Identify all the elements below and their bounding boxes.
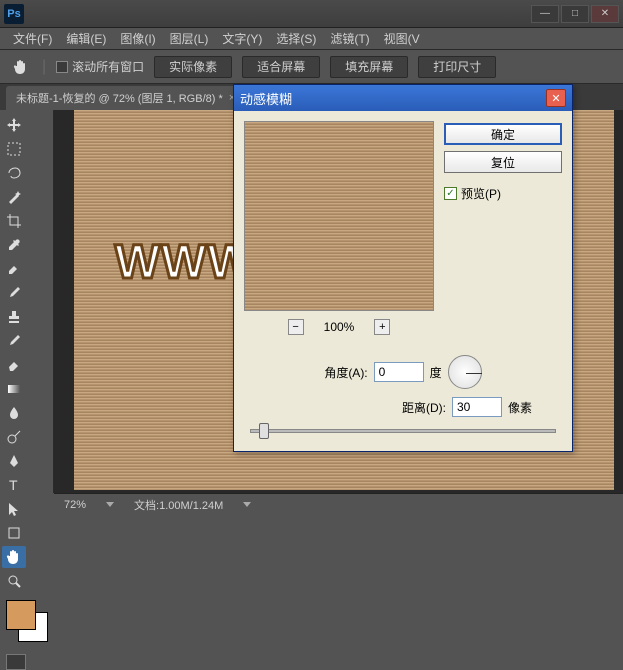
actual-pixels-button[interactable]: 实际像素 <box>154 56 232 78</box>
scroll-all-windows-checkbox[interactable]: 滚动所有窗口 <box>56 58 144 75</box>
options-bar: | 滚动所有窗口 实际像素 适合屏幕 填充屏幕 打印尺寸 <box>0 50 623 84</box>
menu-filter[interactable]: 滤镜(T) <box>323 30 376 47</box>
distance-input[interactable] <box>452 397 502 417</box>
angle-dial[interactable] <box>448 355 482 389</box>
dodge-tool[interactable] <box>2 426 26 448</box>
distance-row: 距离(D): 像素 <box>244 397 562 417</box>
close-button[interactable]: ✕ <box>591 5 619 23</box>
zoom-in-button[interactable]: + <box>374 319 390 335</box>
menu-layer[interactable]: 图层(L) <box>163 30 216 47</box>
document-tab[interactable]: 未标题-1-恢复的 @ 72% (图层 1, RGB/8) * × <box>6 86 245 110</box>
preview-checkbox[interactable]: ✓ 预览(P) <box>444 185 562 202</box>
status-doc-size: 文档:1.00M/1.24M <box>134 497 223 513</box>
gradient-tool[interactable] <box>2 378 26 400</box>
toolbox: T <box>0 110 54 493</box>
minimize-button[interactable]: — <box>531 5 559 23</box>
preview-label: 预览(P) <box>461 185 501 202</box>
distance-unit: 像素 <box>508 399 532 416</box>
menu-edit[interactable]: 编辑(E) <box>59 30 113 47</box>
foreground-color-swatch[interactable] <box>6 600 36 630</box>
menu-select[interactable]: 选择(S) <box>269 30 323 47</box>
motion-blur-dialog: 动感模糊 ✕ − 100% + 确定 复位 ✓ 预览(P) <box>233 84 573 452</box>
fill-screen-button[interactable]: 填充屏幕 <box>330 56 408 78</box>
eraser-tool[interactable] <box>2 354 26 376</box>
menu-view[interactable]: 视图(V <box>377 30 427 47</box>
dialog-body: − 100% + 确定 复位 ✓ 预览(P) 角度(A): 度 距离(D): <box>234 111 572 451</box>
blur-tool[interactable] <box>2 402 26 424</box>
status-zoom[interactable]: 72% <box>64 499 86 511</box>
path-select-tool[interactable] <box>2 498 26 520</box>
zoom-out-button[interactable]: − <box>288 319 304 335</box>
marquee-tool[interactable] <box>2 138 26 160</box>
lasso-tool[interactable] <box>2 162 26 184</box>
zoom-tool[interactable] <box>2 570 26 592</box>
move-tool[interactable] <box>2 114 26 136</box>
color-swatches[interactable] <box>4 600 49 642</box>
distance-label: 距离(D): <box>402 399 446 416</box>
pen-tool[interactable] <box>2 450 26 472</box>
menu-file[interactable]: 文件(F) <box>6 30 59 47</box>
slider-track[interactable] <box>250 429 556 433</box>
window-controls: — □ ✕ <box>531 5 619 23</box>
angle-label: 角度(A): <box>324 364 367 381</box>
dialog-title: 动感模糊 <box>240 89 292 108</box>
angle-row: 角度(A): 度 <box>244 355 562 389</box>
eyedropper-tool[interactable] <box>2 234 26 256</box>
slider-thumb[interactable] <box>259 423 269 439</box>
type-tool[interactable]: T <box>2 474 26 496</box>
checkmark-icon: ✓ <box>444 187 457 200</box>
dialog-close-button[interactable]: ✕ <box>546 89 566 107</box>
stamp-tool[interactable] <box>2 306 26 328</box>
window-titlebar: Ps — □ ✕ <box>0 0 623 28</box>
fit-screen-button[interactable]: 适合屏幕 <box>242 56 320 78</box>
hand-tool[interactable] <box>2 546 26 568</box>
menu-type[interactable]: 文字(Y) <box>215 30 269 47</box>
document-tab-title: 未标题-1-恢复的 @ 72% (图层 1, RGB/8) * <box>16 90 223 106</box>
menu-image[interactable]: 图像(I) <box>113 30 162 47</box>
maximize-button[interactable]: □ <box>561 5 589 23</box>
zoom-percent: 100% <box>324 320 355 334</box>
ok-button[interactable]: 确定 <box>444 123 562 145</box>
hand-icon <box>10 56 32 78</box>
heal-tool[interactable] <box>2 258 26 280</box>
angle-input[interactable] <box>374 362 424 382</box>
quick-mask-row <box>6 654 26 670</box>
print-size-button[interactable]: 打印尺寸 <box>418 56 496 78</box>
svg-text:T: T <box>9 477 18 493</box>
checkbox-icon <box>56 61 68 73</box>
reset-button[interactable]: 复位 <box>444 151 562 173</box>
dialog-titlebar[interactable]: 动感模糊 ✕ <box>234 85 572 111</box>
history-brush-tool[interactable] <box>2 330 26 352</box>
menu-bar: 文件(F) 编辑(E) 图像(I) 图层(L) 文字(Y) 选择(S) 滤镜(T… <box>0 28 623 50</box>
filter-preview[interactable] <box>244 121 434 311</box>
app-logo: Ps <box>4 4 24 24</box>
scroll-all-label: 滚动所有窗口 <box>72 58 144 75</box>
chevron-down-icon[interactable] <box>106 502 114 507</box>
edit-mode-icon[interactable] <box>6 654 26 670</box>
distance-slider[interactable] <box>244 425 562 441</box>
shape-tool[interactable] <box>2 522 26 544</box>
crop-tool[interactable] <box>2 210 26 232</box>
brush-tool[interactable] <box>2 282 26 304</box>
status-bar: 72% 文档:1.00M/1.24M <box>54 493 623 515</box>
wand-tool[interactable] <box>2 186 26 208</box>
chevron-down-icon[interactable] <box>243 502 251 507</box>
angle-unit: 度 <box>430 364 442 381</box>
